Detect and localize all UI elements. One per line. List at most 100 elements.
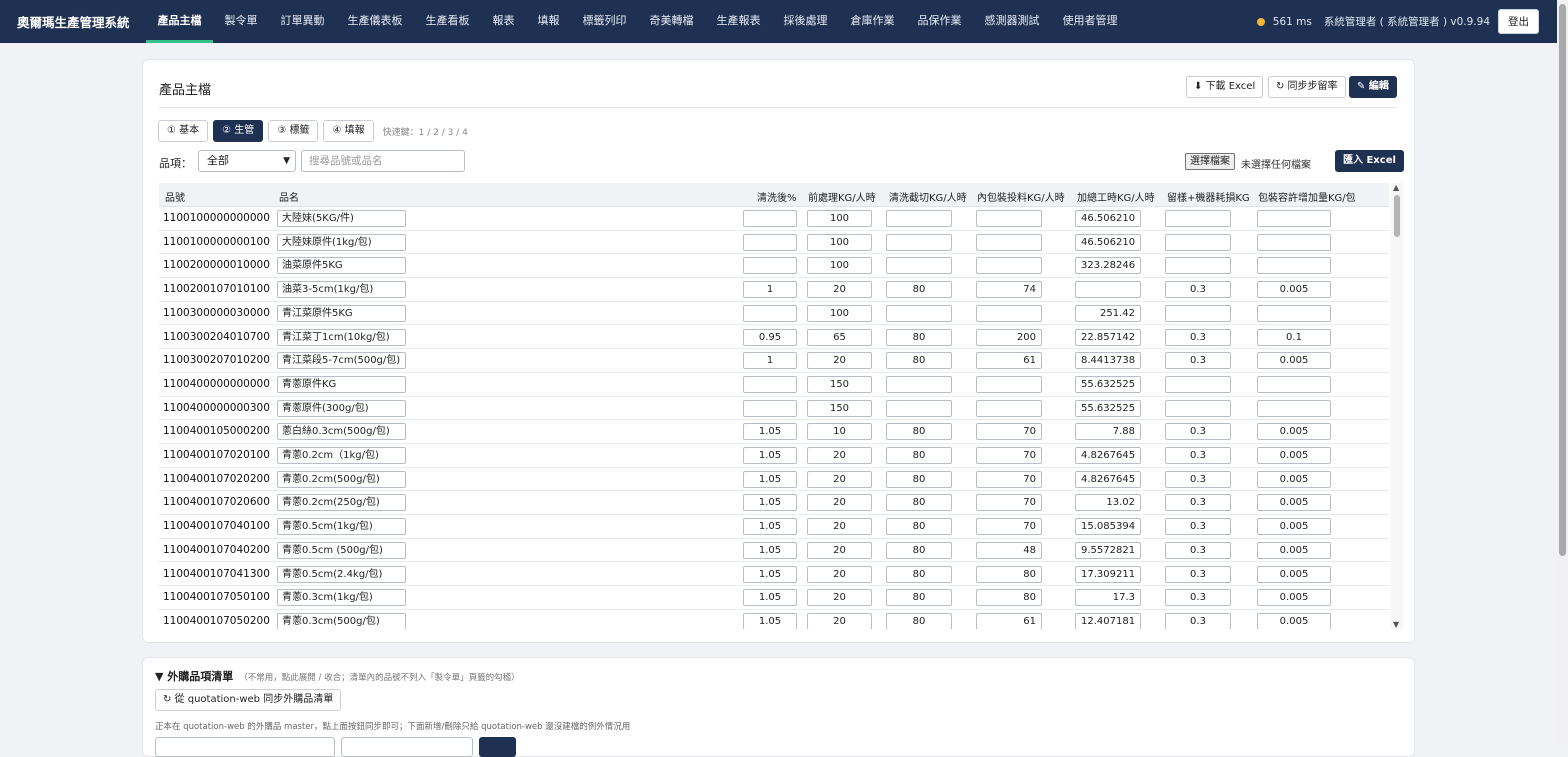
numeric-field[interactable] — [743, 304, 797, 322]
product-name-field[interactable]: 青江菜原件5KG — [277, 304, 406, 322]
numeric-field[interactable]: 0.3 — [1165, 352, 1231, 370]
numeric-field[interactable]: 0.3 — [1165, 328, 1231, 346]
numeric-field[interactable]: 1.05 — [743, 518, 797, 536]
numeric-field[interactable] — [1257, 210, 1331, 227]
numeric-field[interactable]: 74 — [976, 281, 1042, 299]
nav-item[interactable]: 標籤列印 — [571, 0, 638, 43]
product-name-field[interactable]: 油菜原件5KG — [277, 257, 406, 275]
numeric-field[interactable] — [743, 257, 797, 275]
numeric-field[interactable]: 80 — [886, 565, 952, 583]
nav-item[interactable]: 奇美轉檔 — [638, 0, 705, 43]
product-name-field[interactable]: 青蔥0.5cm(1kg/包) — [277, 518, 406, 536]
product-name-field[interactable]: 青蔥0.2cm(500g/包) — [277, 470, 406, 488]
numeric-field[interactable]: 0.3 — [1165, 612, 1231, 629]
import-excel-button[interactable]: 匯入 Excel — [1335, 150, 1404, 172]
numeric-field[interactable]: 20 — [807, 494, 872, 512]
numeric-field[interactable]: 12.407181 — [1075, 612, 1141, 629]
numeric-field[interactable]: 150 — [807, 375, 872, 393]
numeric-field[interactable]: 0.95 — [743, 328, 797, 346]
numeric-field[interactable]: 20 — [807, 565, 872, 583]
product-name-field[interactable]: 蔥白絲0.3cm(500g/包) — [277, 423, 406, 441]
numeric-field[interactable]: 1.05 — [743, 447, 797, 464]
numeric-field[interactable]: 0.3 — [1165, 518, 1231, 536]
external-items-toggle[interactable]: ▼ 外購品項清單 （不常用，點此展開 / 收合；清單內的品號不列入「製令單」頁籤的… — [155, 668, 520, 684]
numeric-field[interactable]: 61 — [976, 352, 1042, 370]
numeric-field[interactable]: 80 — [886, 470, 952, 488]
numeric-field[interactable]: 20 — [807, 612, 872, 629]
numeric-field[interactable] — [1257, 399, 1331, 417]
numeric-field[interactable] — [976, 399, 1042, 417]
numeric-field[interactable]: 100 — [807, 304, 872, 322]
numeric-field[interactable]: 80 — [886, 612, 952, 629]
category-select[interactable]: 全部 ▼ — [198, 150, 296, 172]
numeric-field[interactable]: 100 — [807, 210, 872, 227]
nav-item[interactable]: 倉庫作業 — [839, 0, 906, 43]
product-name-field[interactable]: 青江菜段5-7cm(500g/包) — [277, 352, 406, 370]
numeric-field[interactable] — [1257, 304, 1331, 322]
scroll-down-icon[interactable]: ▼ — [1393, 620, 1399, 629]
numeric-field[interactable]: 4.8267645 — [1075, 470, 1141, 488]
scroll-up-icon[interactable]: ▲ — [1393, 183, 1399, 192]
numeric-field[interactable]: 20 — [807, 541, 872, 559]
numeric-field[interactable]: 0.005 — [1257, 470, 1331, 488]
numeric-field[interactable] — [886, 257, 952, 275]
nav-item[interactable]: 填報 — [526, 0, 571, 43]
numeric-field[interactable]: 80 — [886, 352, 952, 370]
numeric-field[interactable]: 1.05 — [743, 423, 797, 441]
numeric-field[interactable]: 80 — [976, 565, 1042, 583]
product-name-field[interactable]: 青蔥0.3cm(500g/包) — [277, 612, 406, 629]
nav-item[interactable]: 使用者管理 — [1051, 0, 1129, 43]
numeric-field[interactable]: 70 — [976, 518, 1042, 536]
tab-2[interactable]: ② 生管 — [213, 120, 264, 142]
numeric-field[interactable]: 1.05 — [743, 494, 797, 512]
numeric-field[interactable]: 1 — [743, 281, 797, 299]
numeric-field[interactable]: 80 — [886, 328, 952, 346]
numeric-field[interactable]: 80 — [886, 447, 952, 464]
numeric-field[interactable]: 10 — [807, 423, 872, 441]
numeric-field[interactable]: 48 — [976, 541, 1042, 559]
product-name-field[interactable]: 青江菜丁1cm(10kg/包) — [277, 328, 406, 346]
numeric-field[interactable]: 0.005 — [1257, 352, 1331, 370]
numeric-field[interactable]: 0.005 — [1257, 612, 1331, 629]
numeric-field[interactable] — [976, 304, 1042, 322]
numeric-field[interactable] — [886, 399, 952, 417]
numeric-field[interactable]: 20 — [807, 470, 872, 488]
numeric-field[interactable]: 0.3 — [1165, 281, 1231, 299]
numeric-field[interactable] — [743, 399, 797, 417]
product-name-field[interactable]: 青蔥0.3cm(1kg/包) — [277, 589, 406, 607]
tab-1[interactable]: ① 基本 — [158, 120, 209, 142]
numeric-field[interactable] — [886, 233, 952, 251]
numeric-field[interactable]: 80 — [886, 423, 952, 441]
numeric-field[interactable]: 0.005 — [1257, 494, 1331, 512]
nav-item[interactable]: 生產儀表板 — [336, 0, 414, 43]
numeric-field[interactable]: 80 — [886, 541, 952, 559]
nav-item[interactable]: 感測器測試 — [973, 0, 1051, 43]
numeric-field[interactable]: 150 — [807, 399, 872, 417]
numeric-field[interactable]: 1 — [743, 352, 797, 370]
numeric-field[interactable]: 13.02 — [1075, 494, 1141, 512]
product-name-field[interactable]: 青蔥原件KG — [277, 375, 406, 393]
numeric-field[interactable]: 1.05 — [743, 589, 797, 607]
product-name-field[interactable]: 油菜3-5cm(1kg/包) — [277, 281, 406, 299]
nav-item[interactable]: 製令單 — [213, 0, 269, 43]
numeric-field[interactable]: 55.632525 — [1075, 399, 1141, 417]
add-external-button[interactable] — [479, 737, 516, 757]
product-name-field[interactable]: 青蔥0.2cm（1kg/包) — [277, 447, 406, 464]
numeric-field[interactable]: 100 — [807, 257, 872, 275]
external-name-input[interactable] — [341, 737, 473, 757]
numeric-field[interactable]: 20 — [807, 352, 872, 370]
product-name-field[interactable]: 青蔥0.5cm (500g/包) — [277, 541, 406, 559]
numeric-field[interactable]: 1.05 — [743, 541, 797, 559]
numeric-field[interactable]: 20 — [807, 447, 872, 464]
numeric-field[interactable]: 100 — [807, 233, 872, 251]
nav-item[interactable]: 報表 — [481, 0, 526, 43]
table-scrollbar[interactable]: ▲ ▼ — [1391, 183, 1403, 629]
numeric-field[interactable]: 80 — [976, 589, 1042, 607]
numeric-field[interactable]: 70 — [976, 423, 1042, 441]
product-name-field[interactable]: 青蔥0.5cm(2.4kg/包) — [277, 565, 406, 583]
table-scrollbar-thumb[interactable] — [1394, 195, 1400, 237]
numeric-field[interactable]: 8.4413738 — [1075, 352, 1141, 370]
numeric-field[interactable] — [886, 375, 952, 393]
numeric-field[interactable] — [976, 375, 1042, 393]
numeric-field[interactable]: 46.506210 — [1075, 210, 1141, 227]
